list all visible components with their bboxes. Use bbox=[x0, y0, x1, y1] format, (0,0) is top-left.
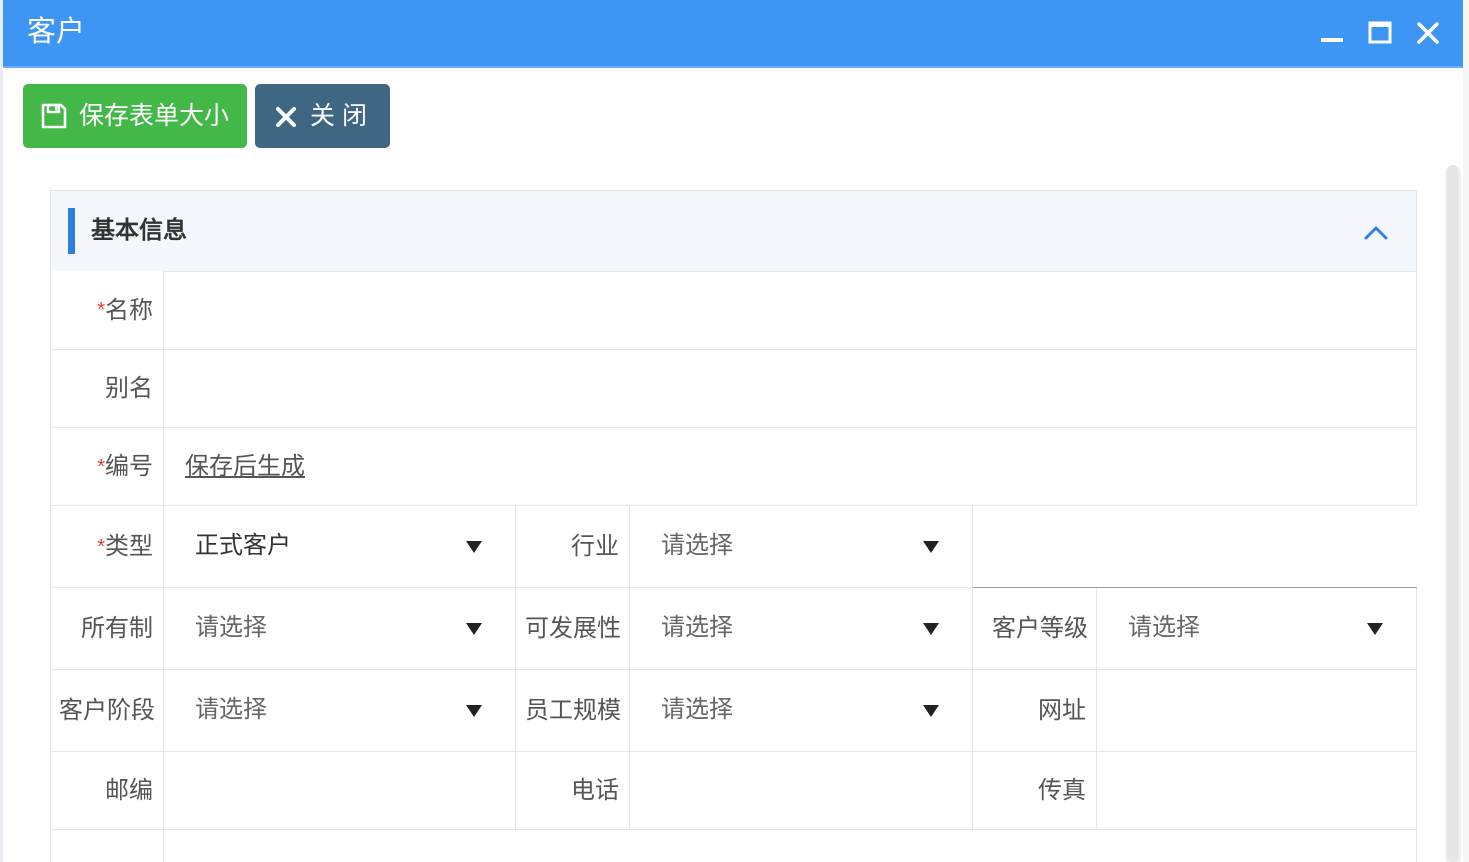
name-label: *名称 bbox=[50, 271, 164, 350]
basic-info-form: *名称 别名 *编号 保存后生成 *类型 正式客户 行业 请选择 所有制 请选择… bbox=[50, 271, 1417, 862]
industry-select[interactable]: 请选择 bbox=[630, 506, 973, 588]
customer-stage-label: 客户阶段 bbox=[50, 670, 164, 752]
empty-cell bbox=[973, 506, 1417, 588]
fax-label: 传真 bbox=[973, 752, 1097, 830]
x-icon bbox=[276, 107, 296, 127]
staff-size-select[interactable]: 请选择 bbox=[630, 670, 973, 752]
save-form-size-button[interactable]: 保存表单大小 bbox=[23, 84, 247, 148]
dropdown-arrow-icon bbox=[923, 541, 939, 553]
customer-dialog: 客户 保存表单大小 关 闭 基本信息 *名称 别名 *编号 保存后生成 *类型 … bbox=[3, 0, 1463, 862]
dropdown-arrow-icon bbox=[923, 623, 939, 635]
dropdown-arrow-icon bbox=[466, 623, 482, 635]
industry-label: 行业 bbox=[516, 506, 630, 588]
code-field: 保存后生成 bbox=[164, 428, 1417, 506]
section-header-basic-info[interactable]: 基本信息 bbox=[50, 190, 1417, 272]
potential-label: 可发展性 bbox=[516, 588, 630, 670]
code-label: *编号 bbox=[50, 428, 164, 506]
staff-size-label: 员工规模 bbox=[516, 670, 630, 752]
maximize-icon[interactable] bbox=[1365, 18, 1395, 48]
name-input[interactable] bbox=[164, 271, 1417, 350]
customer-level-select[interactable]: 请选择 bbox=[1097, 588, 1417, 670]
close-icon[interactable] bbox=[1413, 18, 1443, 48]
dropdown-arrow-icon bbox=[1367, 623, 1383, 635]
website-label: 网址 bbox=[973, 670, 1097, 752]
type-label: *类型 bbox=[50, 506, 164, 588]
floppy-disk-icon bbox=[41, 103, 67, 129]
customer-stage-select[interactable]: 请选择 bbox=[164, 670, 516, 752]
dropdown-arrow-icon bbox=[466, 541, 482, 553]
dropdown-arrow-icon bbox=[923, 705, 939, 717]
scrollbar-thumb[interactable] bbox=[1447, 165, 1459, 862]
code-generated-link[interactable]: 保存后生成 bbox=[185, 453, 305, 480]
section-accent-bar bbox=[68, 208, 75, 254]
close-button[interactable]: 关 闭 bbox=[255, 84, 390, 148]
save-form-size-label: 保存表单大小 bbox=[79, 102, 230, 130]
titlebar[interactable]: 客户 bbox=[3, 0, 1463, 68]
dropdown-arrow-icon bbox=[466, 705, 482, 717]
phone-input[interactable] bbox=[630, 752, 973, 830]
alias-label: 别名 bbox=[50, 350, 164, 428]
zip-input[interactable] bbox=[164, 752, 516, 830]
customer-level-label: 客户等级 bbox=[973, 588, 1097, 670]
close-label: 关 闭 bbox=[310, 102, 367, 130]
window-title: 客户 bbox=[27, 16, 86, 48]
fax-input[interactable] bbox=[1097, 752, 1417, 830]
ownership-select[interactable]: 请选择 bbox=[164, 588, 516, 670]
ownership-label: 所有制 bbox=[50, 588, 164, 670]
website-input[interactable] bbox=[1097, 670, 1417, 752]
alias-input[interactable] bbox=[164, 350, 1417, 428]
potential-select[interactable]: 请选择 bbox=[630, 588, 973, 670]
next-row-label bbox=[50, 830, 164, 862]
right-edge bbox=[1463, 0, 1469, 862]
next-row-field bbox=[164, 830, 1417, 862]
chevron-up-icon[interactable] bbox=[1361, 220, 1391, 244]
zip-label: 邮编 bbox=[50, 752, 164, 830]
type-select[interactable]: 正式客户 bbox=[164, 506, 516, 588]
minimize-icon[interactable] bbox=[1317, 18, 1347, 48]
section-title: 基本信息 bbox=[91, 217, 187, 244]
phone-label: 电话 bbox=[516, 752, 630, 830]
